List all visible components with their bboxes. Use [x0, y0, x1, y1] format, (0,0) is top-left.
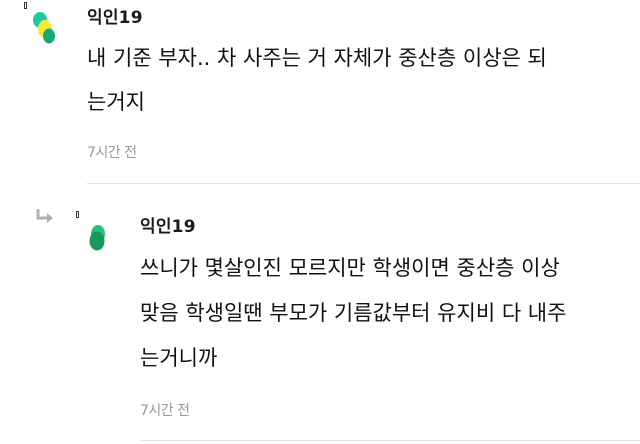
comment-text-line: 내 기준 부자.. 차 사주는 거 자체가 중산층 이상은 되 — [87, 46, 547, 70]
comment-timestamp: 7시간 전 — [87, 145, 137, 161]
comment-divider — [87, 183, 640, 184]
comment-text-line: 쓰니가 몇살인진 모르지만 학생이면 중산층 이상 — [140, 256, 560, 280]
comment-text-line: 는거지 — [87, 90, 145, 114]
reply-arrow-icon — [36, 209, 53, 223]
comment-divider — [140, 440, 640, 441]
user-avatar-icon[interactable] — [30, 10, 60, 44]
comment-text-line: 맞음 학생일땐 부모가 기름값부터 유지비 다 내주 — [140, 301, 567, 325]
comment-timestamp: 7시간 전 — [140, 403, 190, 419]
reply-comment-item: 익인19 쓰니가 몇살인진 모르지만 학생이면 중산층 이상 맞음 학생일땐 부… — [0, 190, 640, 444]
comment-author[interactable]: 익인19 — [87, 3, 143, 28]
comment-author[interactable]: 익인19 — [140, 212, 196, 237]
comment-item: 익인19 내 기준 부자.. 차 사주는 거 자체가 중산층 이상은 되 는거지… — [0, 0, 640, 184]
comment-thread: 익인19 내 기준 부자.. 차 사주는 거 자체가 중산층 이상은 되 는거지… — [0, 0, 640, 444]
missing-glyph-icon — [24, 2, 27, 9]
comment-text-line: 는거니까 — [140, 346, 218, 370]
missing-glyph-icon — [76, 211, 79, 218]
user-avatar-icon[interactable] — [86, 222, 110, 254]
